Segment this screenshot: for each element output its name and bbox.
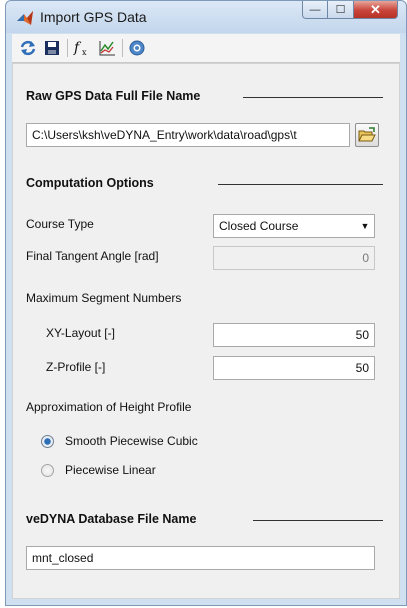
database-section-title: veDYNA Database File Name: [26, 512, 197, 526]
raw-gps-section-title: Raw GPS Data Full File Name: [26, 89, 201, 103]
close-button[interactable]: ✕: [354, 1, 398, 19]
function-icon[interactable]: f x: [72, 38, 92, 58]
piecewise-linear-label: Piecewise Linear: [65, 463, 156, 477]
smooth-cubic-radio-option[interactable]: Smooth Piecewise Cubic: [41, 434, 241, 450]
computation-section-title: Computation Options: [26, 176, 154, 190]
xy-layout-field[interactable]: 50: [213, 323, 375, 347]
matlab-logo-icon: [17, 11, 33, 25]
chevron-down-icon: ▼: [360, 221, 370, 231]
svg-text:x: x: [82, 48, 87, 57]
maximize-button[interactable]: ☐: [328, 1, 354, 19]
section-divider: [253, 520, 383, 521]
database-file-name-field[interactable]: mnt_closed: [26, 546, 375, 570]
save-icon[interactable]: [42, 38, 62, 58]
window-controls: — ☐ ✕: [302, 1, 398, 21]
svg-text:f: f: [73, 40, 82, 56]
help-icon[interactable]: [127, 38, 147, 58]
radio-button-unselected[interactable]: [41, 464, 54, 477]
z-profile-field[interactable]: 50: [213, 356, 375, 380]
z-profile-label: Z-Profile [-]: [46, 360, 106, 374]
final-tangent-angle-label: Final Tangent Angle [rad]: [26, 249, 159, 263]
xy-layout-label: XY-Layout [-]: [46, 326, 115, 340]
course-type-value: Closed Course: [219, 219, 299, 233]
import-gps-window: Import GPS Data — ☐ ✕ f x Raw GPS Data F…: [5, 0, 407, 606]
window-title: Import GPS Data: [40, 9, 147, 25]
section-divider: [243, 97, 383, 98]
refresh-icon[interactable]: [18, 38, 38, 58]
toolbar-separator: [67, 39, 68, 57]
toolbar: f x: [12, 34, 400, 63]
form-panel: Raw GPS Data Full File Name C:\Users\ksh…: [12, 63, 400, 599]
section-divider: [218, 184, 383, 185]
smooth-cubic-label: Smooth Piecewise Cubic: [65, 434, 198, 448]
raw-gps-file-path-field[interactable]: C:\Users\ksh\veDYNA_Entry\work\data\road…: [26, 123, 350, 147]
course-type-select[interactable]: Closed Course ▼: [213, 214, 375, 238]
open-folder-icon: [358, 127, 376, 142]
browse-folder-button[interactable]: [355, 123, 379, 147]
final-tangent-angle-field: 0: [213, 246, 375, 270]
piecewise-linear-radio-option[interactable]: Piecewise Linear: [41, 463, 241, 479]
title-bar[interactable]: Import GPS Data — ☐ ✕: [6, 1, 406, 33]
minimize-button[interactable]: —: [302, 1, 328, 19]
radio-button-selected[interactable]: [41, 435, 54, 448]
toolbar-separator: [122, 39, 123, 57]
plot-icon[interactable]: [97, 38, 117, 58]
max-segment-numbers-label: Maximum Segment Numbers: [26, 291, 182, 305]
height-profile-approximation-label: Approximation of Height Profile: [26, 400, 192, 414]
course-type-label: Course Type: [26, 217, 94, 231]
